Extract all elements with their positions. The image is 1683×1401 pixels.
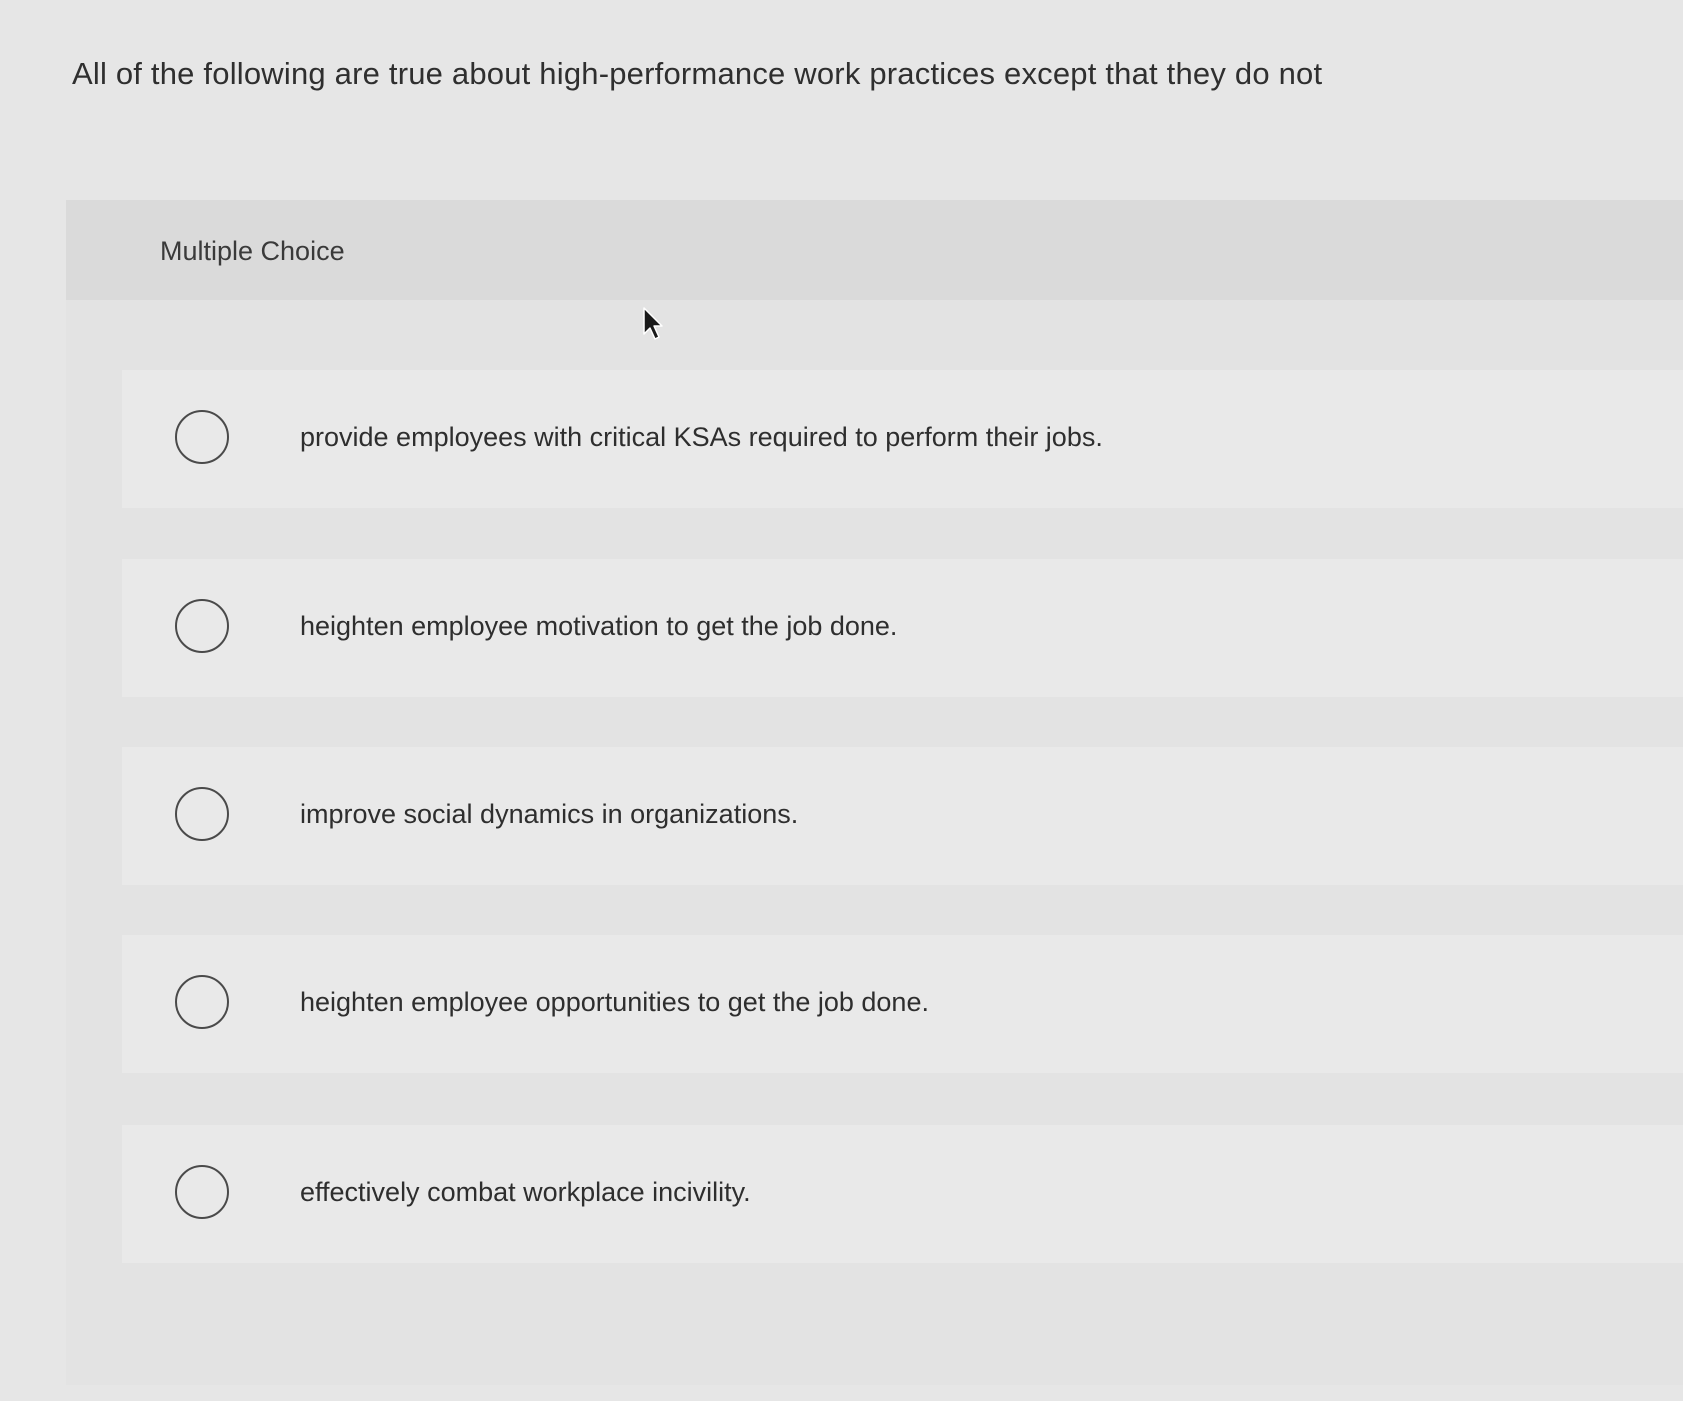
panel-header: Multiple Choice <box>66 200 1683 300</box>
radio-button-icon[interactable] <box>175 410 229 464</box>
choice-option[interactable]: heighten employee motivation to get the … <box>122 559 1683 697</box>
choice-option[interactable]: provide employees with critical KSAs req… <box>122 370 1683 508</box>
choice-label: heighten employee motivation to get the … <box>300 611 898 641</box>
choice-option[interactable]: heighten employee opportunities to get t… <box>122 935 1683 1073</box>
radio-button-icon[interactable] <box>175 787 229 841</box>
choice-label: provide employees with critical KSAs req… <box>300 422 1103 452</box>
mouse-pointer-icon <box>643 307 663 340</box>
question-type-label: Multiple Choice <box>160 236 345 266</box>
question-panel: Multiple Choice provide employees with c… <box>66 200 1683 1385</box>
choice-option[interactable]: improve social dynamics in organizations… <box>122 747 1683 885</box>
choice-label: heighten employee opportunities to get t… <box>300 987 929 1017</box>
question-stem: All of the following are true about high… <box>72 56 1323 91</box>
choice-label: effectively combat workplace incivility. <box>300 1177 751 1207</box>
radio-button-icon[interactable] <box>175 975 229 1029</box>
radio-button-icon[interactable] <box>175 1165 229 1219</box>
choice-option[interactable]: effectively combat workplace incivility. <box>122 1125 1683 1263</box>
radio-button-icon[interactable] <box>175 599 229 653</box>
choice-label: improve social dynamics in organizations… <box>300 799 799 829</box>
